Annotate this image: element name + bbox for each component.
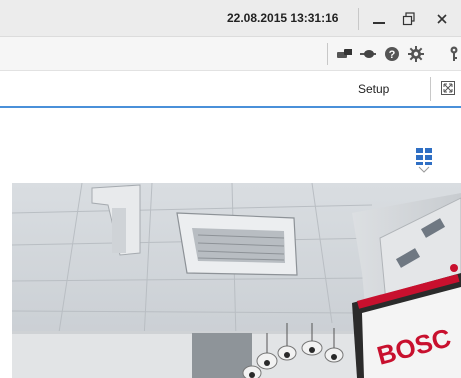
nav-divider xyxy=(430,77,431,101)
fullscreen-button[interactable] xyxy=(441,81,455,95)
key-button[interactable] xyxy=(448,46,460,62)
connection-button[interactable] xyxy=(336,46,352,62)
close-icon xyxy=(437,14,447,24)
minimize-icon xyxy=(373,22,385,24)
network-icon xyxy=(360,50,376,58)
title-bar: 22.08.2015 13:31:16 xyxy=(0,0,461,36)
help-button[interactable]: ? xyxy=(384,46,400,62)
nav-bar: Setup xyxy=(0,70,461,108)
toolbar-divider xyxy=(327,43,328,65)
connection-icon xyxy=(337,49,352,58)
settings-icon xyxy=(408,46,424,62)
restore-button[interactable] xyxy=(394,8,424,30)
svg-text:?: ? xyxy=(389,49,396,61)
close-button[interactable] xyxy=(427,8,457,30)
network-button[interactable] xyxy=(360,46,376,62)
help-icon: ? xyxy=(385,47,399,61)
layout-selector[interactable] xyxy=(415,147,435,175)
camera-image: BOSC xyxy=(12,183,461,378)
layout-grid-icon xyxy=(416,148,432,173)
key-icon xyxy=(450,46,458,61)
setup-link[interactable]: Setup xyxy=(358,82,389,96)
restore-icon xyxy=(402,12,415,26)
divider xyxy=(358,8,359,30)
fullscreen-icon xyxy=(441,81,455,95)
minimize-button[interactable] xyxy=(364,8,394,30)
camera-view[interactable]: BOSC xyxy=(12,183,461,378)
datetime-display: 22.08.2015 13:31:16 xyxy=(227,11,339,25)
settings-button[interactable] xyxy=(408,46,424,62)
toolbar: ? xyxy=(0,36,461,71)
